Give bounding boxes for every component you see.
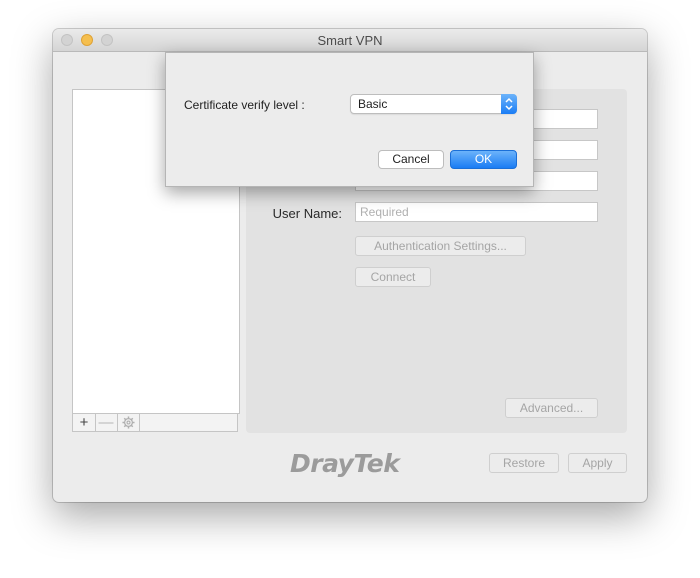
gear-icon: [121, 416, 135, 429]
authentication-settings-button[interactable]: Authentication Settings...: [355, 236, 526, 256]
user-name-input[interactable]: Required: [355, 202, 598, 222]
profile-list-toolbar: + —: [72, 413, 238, 432]
user-name-label: User Name:: [272, 206, 342, 221]
restore-button[interactable]: Restore: [489, 453, 559, 473]
cancel-button[interactable]: Cancel: [378, 150, 444, 169]
remove-profile-button[interactable]: —: [95, 414, 118, 431]
add-profile-button[interactable]: +: [73, 414, 96, 431]
ok-button[interactable]: OK: [450, 150, 517, 169]
plus-icon: +: [79, 414, 89, 431]
draytek-logo: DrayTek: [290, 449, 400, 478]
minus-icon: —: [98, 414, 114, 431]
select-chevron-updown-icon: [501, 94, 517, 114]
advanced-button[interactable]: Advanced...: [505, 398, 598, 418]
apply-button[interactable]: Apply: [568, 453, 627, 473]
profile-settings-button[interactable]: [117, 414, 140, 431]
window-title: Smart VPN: [317, 33, 383, 48]
certificate-verify-select[interactable]: Basic: [350, 94, 517, 114]
title-bar[interactable]: Smart VPN: [53, 29, 647, 52]
certificate-verify-sheet: Certificate verify level : Basic Cancel …: [165, 52, 534, 187]
connect-button[interactable]: Connect: [355, 267, 431, 287]
user-name-placeholder: Required: [360, 205, 409, 219]
certificate-verify-value: Basic: [358, 97, 388, 111]
certificate-verify-label: Certificate verify level :: [184, 98, 305, 112]
